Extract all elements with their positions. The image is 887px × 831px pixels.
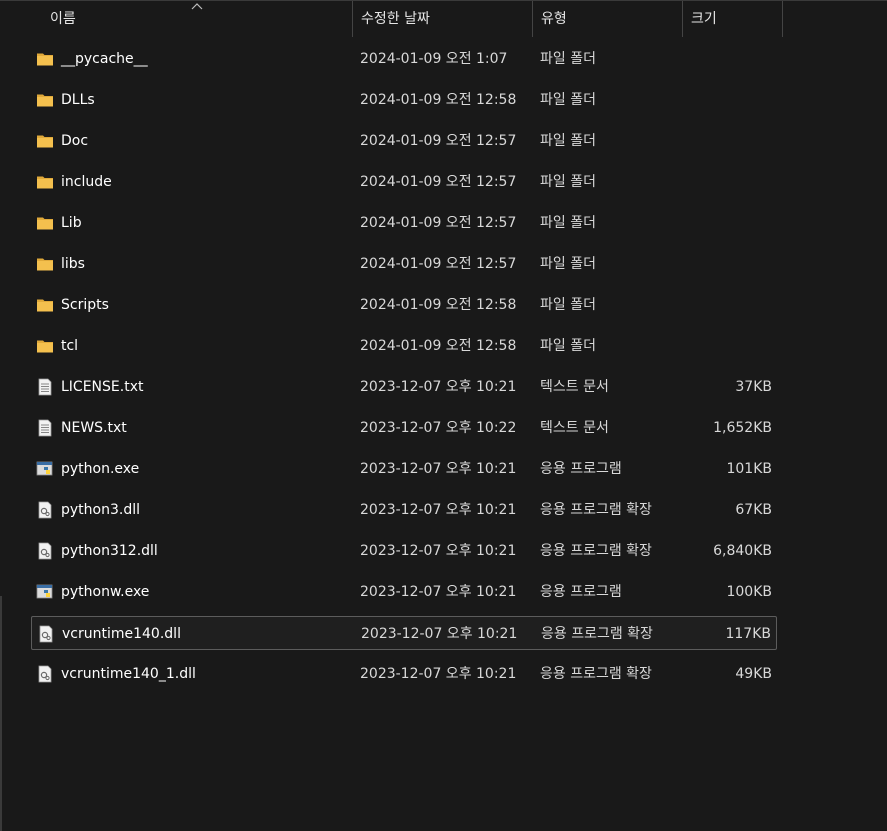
- file-name: vcruntime140.dll: [62, 626, 181, 642]
- file-name: vcruntime140_1.dll: [61, 666, 196, 682]
- file-size: 117KB: [725, 626, 771, 642]
- file-size: 67KB: [735, 502, 772, 518]
- file-row[interactable]: NEWS.txt 2023-12-07 오후 10:22 텍스트 문서 1,652KB: [31, 411, 777, 445]
- file-type: 파일 폴더: [540, 51, 596, 67]
- file-modified-date: 2023-12-07 오후 10:21: [360, 666, 517, 682]
- file-name: python3.dll: [61, 502, 140, 518]
- file-name: include: [61, 174, 112, 190]
- file-row[interactable]: include 2024-01-09 오전 12:57 파일 폴더: [31, 165, 777, 199]
- folder-icon: [36, 173, 54, 191]
- folder-icon: [36, 296, 54, 314]
- file-name: python.exe: [61, 461, 140, 477]
- column-header-type[interactable]: 유형: [533, 1, 683, 37]
- file-modified-date: 2024-01-09 오전 12:58: [360, 338, 517, 354]
- column-header-size[interactable]: 크기: [683, 1, 783, 37]
- file-modified-date: 2024-01-09 오전 12:57: [360, 256, 517, 272]
- file-explorer: 이름 수정한 날짜 유형 크기 __pycache__ 2024-01-09 오전…: [0, 0, 887, 831]
- file-name: pythonw.exe: [61, 584, 150, 600]
- file-row[interactable]: vcruntime140.dll 2023-12-07 오후 10:21 응용 프로…: [31, 616, 777, 650]
- file-row[interactable]: libs 2024-01-09 오전 12:57 파일 폴더: [31, 247, 777, 281]
- file-type: 응용 프로그램 확장: [540, 666, 652, 682]
- file-type: 응용 프로그램: [540, 461, 622, 477]
- file-type: 파일 폴더: [540, 215, 596, 231]
- file-modified-date: 2024-01-09 오전 12:58: [360, 297, 517, 313]
- file-type: 파일 폴더: [540, 338, 596, 354]
- file-type: 파일 폴더: [540, 133, 596, 149]
- folder-icon: [36, 337, 54, 355]
- file-modified-date: 2024-01-09 오전 1:07: [360, 51, 508, 67]
- file-row[interactable]: vcruntime140_1.dll 2023-12-07 오후 10:21 응용 …: [31, 657, 777, 691]
- folder-icon: [36, 255, 54, 273]
- dll-file-icon: [36, 542, 54, 560]
- file-name: Doc: [61, 133, 89, 149]
- file-modified-date: 2023-12-07 오후 10:21: [360, 461, 517, 477]
- text-file-icon: [36, 378, 54, 396]
- python-exe-icon: [36, 583, 54, 601]
- file-row[interactable]: DLLs 2024-01-09 오전 12:58 파일 폴더: [31, 83, 777, 117]
- file-modified-date: 2023-12-07 오후 10:21: [360, 379, 517, 395]
- column-header-date[interactable]: 수정한 날짜: [353, 1, 533, 37]
- file-size: 49KB: [735, 666, 772, 682]
- file-size: 37KB: [735, 379, 772, 395]
- file-type: 파일 폴더: [540, 92, 596, 108]
- file-modified-date: 2024-01-09 오전 12:57: [360, 215, 517, 231]
- file-row[interactable]: Scripts 2024-01-09 오전 12:58 파일 폴더: [31, 288, 777, 322]
- dll-file-icon: [36, 501, 54, 519]
- file-row[interactable]: python.exe 2023-12-07 오후 10:21 응용 프로그램 101K…: [31, 452, 777, 486]
- file-type: 파일 폴더: [540, 256, 596, 272]
- column-header-name[interactable]: 이름: [42, 1, 353, 37]
- file-type: 응용 프로그램: [540, 584, 622, 600]
- file-size: 100KB: [726, 584, 772, 600]
- file-modified-date: 2023-12-07 오후 10:21: [360, 584, 517, 600]
- file-size: 1,652KB: [713, 420, 772, 436]
- file-row[interactable]: Doc 2024-01-09 오전 12:57 파일 폴더: [31, 124, 777, 158]
- file-size: 101KB: [726, 461, 772, 477]
- file-name: tcl: [61, 338, 79, 354]
- left-pane-edge: [0, 596, 2, 831]
- file-type: 응용 프로그램 확장: [540, 543, 652, 559]
- file-modified-date: 2023-12-07 오후 10:22: [360, 420, 517, 436]
- file-name: __pycache__: [61, 51, 148, 67]
- file-name: Lib: [61, 215, 82, 231]
- dll-file-icon: [37, 625, 55, 643]
- folder-icon: [36, 132, 54, 150]
- file-modified-date: 2023-12-07 오후 10:21: [360, 543, 517, 559]
- file-row[interactable]: pythonw.exe 2023-12-07 오후 10:21 응용 프로그램 100…: [31, 575, 777, 609]
- file-name: Scripts: [61, 297, 109, 313]
- file-row[interactable]: tcl 2024-01-09 오전 12:58 파일 폴더: [31, 329, 777, 363]
- folder-icon: [36, 50, 54, 68]
- folder-icon: [36, 91, 54, 109]
- file-row[interactable]: python312.dll 2023-12-07 오후 10:21 응용 프로그램 …: [31, 534, 777, 568]
- file-modified-date: 2024-01-09 오전 12:57: [360, 174, 517, 190]
- file-name: LICENSE.txt: [61, 379, 144, 395]
- file-type: 응용 프로그램 확장: [540, 502, 652, 518]
- file-row[interactable]: LICENSE.txt 2023-12-07 오후 10:21 텍스트 문서 37KB: [31, 370, 777, 404]
- text-file-icon: [36, 419, 54, 437]
- file-type: 파일 폴더: [540, 174, 596, 190]
- python-exe-icon: [36, 460, 54, 478]
- file-row[interactable]: python3.dll 2023-12-07 오후 10:21 응용 프로그램 확장…: [31, 493, 777, 527]
- file-name: libs: [61, 256, 85, 272]
- file-size: 6,840KB: [713, 543, 772, 559]
- file-name: DLLs: [61, 92, 95, 108]
- file-modified-date: 2024-01-09 오전 12:58: [360, 92, 517, 108]
- file-type: 파일 폴더: [540, 297, 596, 313]
- file-modified-date: 2023-12-07 오후 10:21: [361, 626, 518, 642]
- column-header-bar: 이름 수정한 날짜 유형 크기: [0, 0, 887, 37]
- file-modified-date: 2024-01-09 오전 12:57: [360, 133, 517, 149]
- file-row[interactable]: __pycache__ 2024-01-09 오전 1:07 파일 폴더: [31, 42, 777, 76]
- file-type: 텍스트 문서: [540, 379, 609, 395]
- file-name: NEWS.txt: [61, 420, 127, 436]
- file-name: python312.dll: [61, 543, 158, 559]
- file-modified-date: 2023-12-07 오후 10:21: [360, 502, 517, 518]
- folder-icon: [36, 214, 54, 232]
- file-type: 응용 프로그램 확장: [541, 626, 653, 642]
- file-row[interactable]: Lib 2024-01-09 오전 12:57 파일 폴더: [31, 206, 777, 240]
- dll-file-icon: [36, 665, 54, 683]
- file-type: 텍스트 문서: [540, 420, 609, 436]
